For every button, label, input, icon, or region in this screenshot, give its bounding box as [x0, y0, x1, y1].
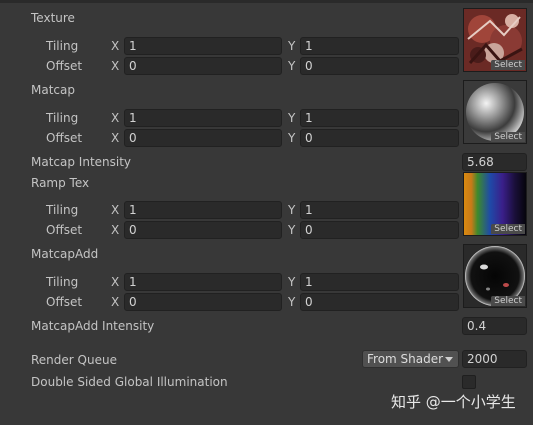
double-sided-gi-checkbox[interactable] [462, 375, 476, 389]
ramp-tex-tiling-y-axis: Y [288, 203, 296, 217]
matcap-offset-x-field[interactable]: 0 [124, 129, 282, 147]
matcap-offset-label: Offset [46, 131, 83, 145]
matcap-tiling-x-field[interactable]: 1 [124, 109, 282, 127]
matcap-add-offset-x-field[interactable]: 0 [124, 293, 282, 311]
matcap-add-intensity-label: MatcapAdd Intensity [31, 319, 155, 333]
render-queue-value-field[interactable]: 2000 [462, 350, 527, 368]
matcap-offset-x-axis: X [111, 131, 120, 145]
matcap-tiling-label: Tiling [46, 111, 79, 125]
render-queue-mode-dropdown[interactable]: From Shader [362, 350, 459, 368]
ramp-tex-tiling-x-field[interactable]: 1 [124, 201, 282, 219]
texture-tiling-x-axis: X [111, 39, 120, 53]
matcap-add-label: MatcapAdd [31, 247, 99, 261]
ramp-tex-label: Ramp Tex [31, 176, 90, 190]
matcap-add-offset-x-axis: X [111, 295, 120, 309]
texture-select-button[interactable]: Select [491, 60, 525, 70]
texture-tiling-label: Tiling [46, 39, 79, 53]
matcap-add-offset-label: Offset [46, 295, 83, 309]
ramp-tex-tiling-y-field[interactable]: 1 [300, 201, 459, 219]
matcap-intensity-field[interactable]: 5.68 [462, 153, 527, 171]
render-queue-mode-value: From Shader [367, 352, 444, 366]
double-sided-gi-label: Double Sided Global Illumination [31, 375, 228, 389]
texture-tiling-x-field[interactable]: 1 [124, 37, 282, 55]
texture-tiling-y-axis: Y [288, 39, 296, 53]
texture-offset-label: Offset [46, 59, 83, 73]
texture-thumbnail[interactable]: Select [463, 8, 527, 72]
matcap-add-tiling-x-field[interactable]: 1 [124, 273, 282, 291]
matcap-offset-y-field[interactable]: 0 [300, 129, 459, 147]
matcap-add-intensity-field[interactable]: 0.4 [462, 317, 527, 335]
matcap-add-select-button[interactable]: Select [491, 296, 525, 306]
matcap-select-button[interactable]: Select [491, 132, 525, 142]
matcap-intensity-label: Matcap Intensity [31, 155, 132, 169]
matcap-add-tiling-y-axis: Y [288, 275, 296, 289]
texture-offset-y-axis: Y [288, 59, 296, 73]
matcap-tiling-y-axis: Y [288, 111, 296, 125]
ramp-tex-thumbnail[interactable]: Select [463, 172, 527, 236]
matcap-add-offset-y-field[interactable]: 0 [300, 293, 459, 311]
texture-offset-y-field[interactable]: 0 [300, 57, 459, 75]
ramp-tex-select-button[interactable]: Select [491, 224, 525, 234]
ramp-tex-offset-x-field[interactable]: 0 [124, 221, 282, 239]
chevron-down-icon [445, 357, 453, 362]
texture-offset-x-axis: X [111, 59, 120, 73]
ramp-tex-offset-y-field[interactable]: 0 [300, 221, 459, 239]
ramp-tex-offset-label: Offset [46, 223, 83, 237]
matcap-offset-y-axis: Y [288, 131, 296, 145]
matcap-add-tiling-y-field[interactable]: 1 [300, 273, 459, 291]
matcap-tiling-x-axis: X [111, 111, 120, 125]
matcap-tiling-y-field[interactable]: 1 [300, 109, 459, 127]
texture-label: Texture [31, 11, 75, 25]
render-queue-label: Render Queue [31, 353, 117, 367]
ramp-tex-offset-x-axis: X [111, 223, 120, 237]
matcap-label: Matcap [31, 83, 75, 97]
ramp-tex-tiling-label: Tiling [46, 203, 79, 217]
matcap-add-tiling-label: Tiling [46, 275, 79, 289]
texture-offset-x-field[interactable]: 0 [124, 57, 282, 75]
matcap-add-tiling-x-axis: X [111, 275, 120, 289]
inspector-top-border [0, 0, 533, 3]
matcap-add-thumbnail[interactable]: Select [463, 244, 527, 308]
matcap-thumbnail[interactable]: Select [463, 80, 527, 144]
matcap-add-offset-y-axis: Y [288, 295, 296, 309]
ramp-tex-offset-y-axis: Y [288, 223, 296, 237]
watermark-text: 知乎 @一个小学生 [391, 393, 516, 411]
texture-tiling-y-field[interactable]: 1 [300, 37, 459, 55]
ramp-tex-tiling-x-axis: X [111, 203, 120, 217]
